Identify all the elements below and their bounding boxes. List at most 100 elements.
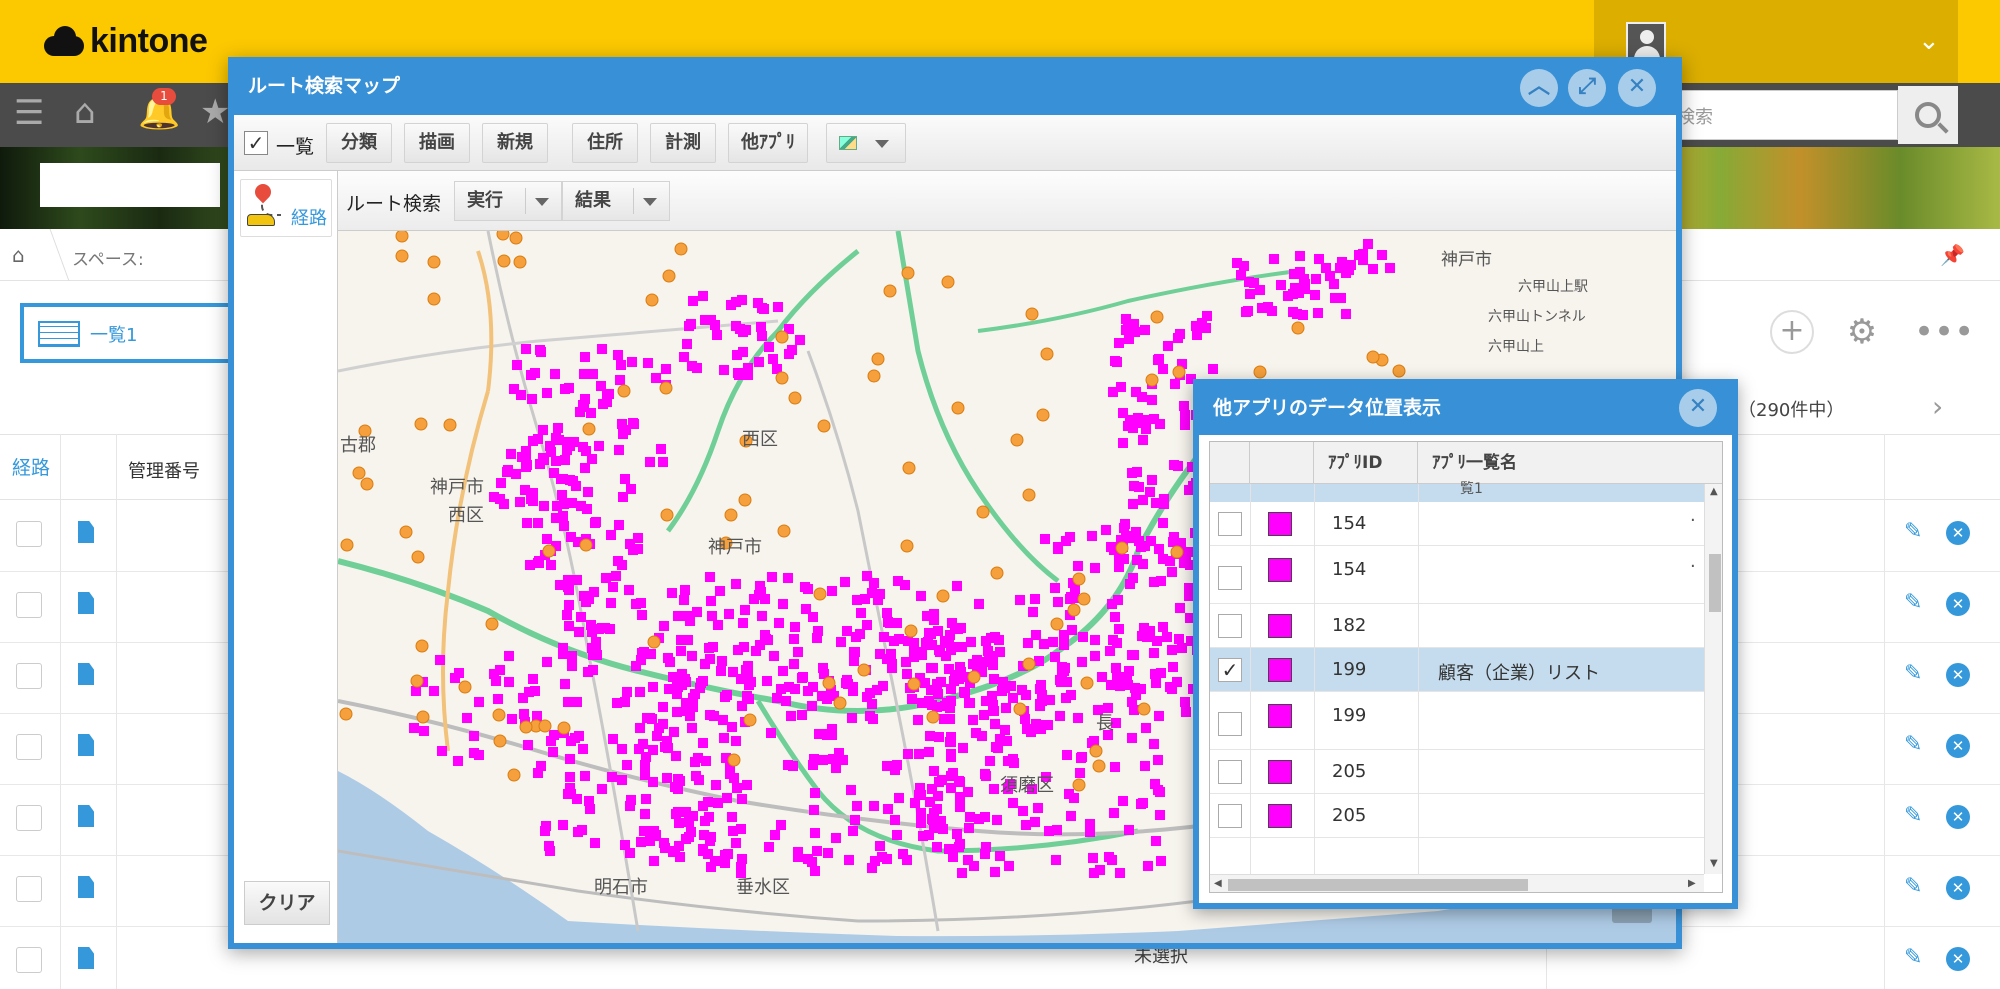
data-marker[interactable] [1158, 364, 1168, 374]
data-marker[interactable] [545, 441, 555, 451]
data-marker[interactable] [754, 357, 764, 367]
data-marker[interactable] [727, 753, 741, 767]
data-marker[interactable] [631, 661, 641, 671]
data-marker[interactable] [828, 754, 838, 764]
data-marker[interactable] [974, 599, 984, 609]
data-marker[interactable] [894, 793, 904, 803]
data-marker[interactable] [1241, 307, 1251, 317]
data-marker[interactable] [1033, 803, 1043, 813]
data-marker[interactable] [1087, 531, 1097, 541]
data-marker[interactable] [936, 816, 946, 826]
data-marker[interactable] [673, 611, 683, 621]
data-marker[interactable] [645, 457, 655, 467]
data-marker[interactable] [519, 720, 533, 734]
data-marker[interactable] [582, 504, 592, 514]
data-marker[interactable] [949, 676, 959, 686]
data-marker[interactable] [580, 394, 590, 404]
data-marker[interactable] [1077, 592, 1091, 606]
data-marker[interactable] [1325, 271, 1335, 281]
data-marker[interactable] [738, 327, 748, 337]
data-marker[interactable] [600, 623, 610, 633]
data-marker[interactable] [907, 677, 921, 691]
data-marker[interactable] [936, 677, 946, 687]
data-marker[interactable] [495, 494, 505, 504]
data-marker[interactable] [928, 663, 938, 673]
data-marker[interactable] [1155, 810, 1165, 820]
data-marker[interactable] [1249, 278, 1259, 288]
data-marker[interactable] [946, 783, 956, 793]
data-marker[interactable] [1050, 583, 1060, 593]
data-marker[interactable] [1009, 758, 1019, 768]
data-marker[interactable] [1167, 567, 1177, 577]
data-marker[interactable] [933, 791, 943, 801]
color-swatch[interactable] [1268, 658, 1292, 682]
data-marker[interactable] [1153, 785, 1163, 795]
data-marker[interactable] [1031, 719, 1041, 729]
data-marker[interactable] [1124, 825, 1134, 835]
data-marker[interactable] [583, 667, 593, 677]
data-marker[interactable] [692, 363, 702, 373]
data-marker[interactable] [1069, 593, 1079, 603]
data-marker[interactable] [715, 586, 725, 596]
data-marker[interactable] [890, 765, 900, 775]
header-app-id[interactable]: ｱﾌﾟﾘID [1314, 442, 1418, 484]
data-marker[interactable] [521, 462, 531, 472]
data-marker[interactable] [1092, 759, 1106, 773]
row-checkbox[interactable] [16, 521, 42, 547]
data-marker[interactable] [722, 793, 732, 803]
data-marker[interactable] [560, 679, 570, 689]
data-marker[interactable] [1392, 364, 1406, 378]
data-marker[interactable] [1089, 736, 1099, 746]
data-marker[interactable] [709, 711, 719, 721]
record-detail-icon[interactable] [78, 876, 94, 898]
data-marker[interactable] [521, 344, 531, 354]
data-marker[interactable] [797, 710, 807, 720]
data-marker[interactable] [1073, 561, 1083, 571]
data-marker[interactable] [646, 649, 656, 659]
data-marker[interactable] [676, 635, 686, 645]
data-marker[interactable] [669, 727, 679, 737]
data-marker[interactable] [1048, 637, 1058, 647]
data-marker[interactable] [1001, 703, 1011, 713]
row-checkbox[interactable] [16, 592, 42, 618]
data-marker[interactable] [1269, 254, 1279, 264]
data-marker[interactable] [588, 650, 598, 660]
data-marker[interactable] [624, 585, 634, 595]
data-marker[interactable] [914, 790, 924, 800]
pencil-icon[interactable]: ✎ [1904, 590, 1922, 615]
data-marker[interactable] [946, 749, 956, 759]
data-marker[interactable] [967, 670, 981, 684]
maximize-icon[interactable]: ⤢ [1568, 69, 1606, 107]
data-marker[interactable] [681, 807, 691, 817]
data-marker[interactable] [731, 736, 741, 746]
data-marker[interactable] [974, 814, 984, 824]
data-marker[interactable] [649, 856, 659, 866]
data-marker[interactable] [622, 687, 632, 697]
data-marker[interactable] [1114, 624, 1124, 634]
data-marker[interactable] [1159, 494, 1169, 504]
data-marker[interactable] [757, 331, 767, 341]
data-marker[interactable] [959, 687, 969, 697]
data-marker[interactable] [1115, 541, 1129, 555]
data-marker[interactable] [790, 622, 800, 632]
data-marker[interactable] [1010, 433, 1024, 447]
data-marker[interactable] [827, 586, 837, 596]
data-marker[interactable] [1169, 460, 1179, 470]
data-marker[interactable] [936, 589, 950, 603]
app-table-row[interactable]: 205 [1210, 750, 1704, 794]
data-marker[interactable] [860, 594, 870, 604]
data-marker[interactable] [1180, 420, 1190, 430]
data-marker[interactable] [1385, 263, 1395, 273]
row-checkbox[interactable] [1218, 566, 1242, 590]
data-marker[interactable] [1363, 239, 1373, 249]
data-marker[interactable] [901, 266, 915, 280]
data-marker[interactable] [719, 733, 729, 743]
breadcrumb-space[interactable]: スペース: [72, 245, 144, 270]
data-marker[interactable] [690, 757, 700, 767]
data-marker[interactable] [716, 666, 726, 676]
data-marker[interactable] [848, 686, 858, 696]
data-marker[interactable] [532, 711, 542, 721]
data-marker[interactable] [916, 591, 926, 601]
data-marker[interactable] [1177, 643, 1187, 653]
data-marker[interactable] [579, 538, 593, 552]
